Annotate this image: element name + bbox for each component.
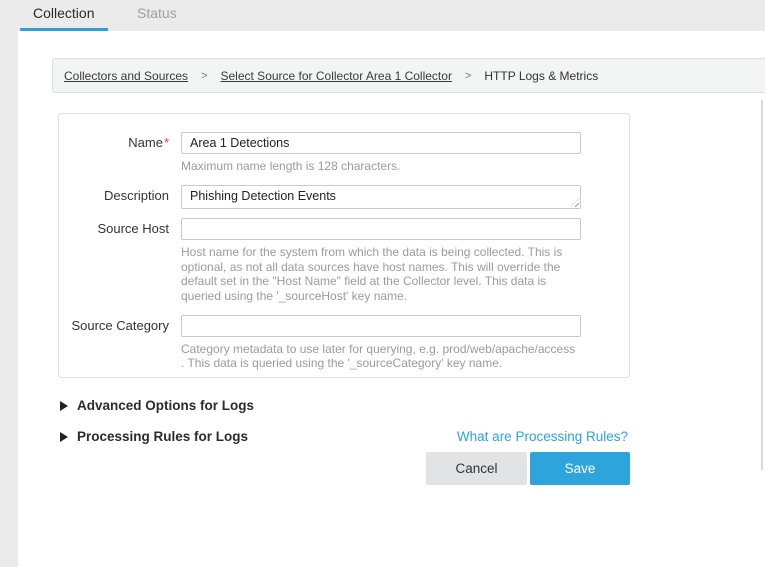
required-asterisk: * bbox=[164, 135, 169, 150]
breadcrumb-separator-icon: > bbox=[201, 70, 207, 82]
source-host-input[interactable] bbox=[181, 218, 581, 240]
source-category-label: Source Category bbox=[59, 315, 169, 371]
processing-rules-label: Processing Rules for Logs bbox=[77, 429, 248, 444]
tab-collection[interactable]: Collection bbox=[33, 5, 94, 21]
breadcrumb-current-page: HTTP Logs & Metrics bbox=[484, 69, 598, 83]
collapsed-arrow-icon bbox=[60, 401, 68, 411]
description-row: Description Phishing Detection Events bbox=[59, 185, 629, 209]
source-category-row: Source Category Category metadata to use… bbox=[59, 315, 629, 371]
cancel-button[interactable]: Cancel bbox=[426, 452, 527, 485]
source-category-helper-text: Category metadata to use later for query… bbox=[181, 342, 579, 371]
source-config-form: Name* Maximum name length is 128 charact… bbox=[58, 113, 630, 378]
active-tab-underline bbox=[20, 28, 108, 31]
name-label: Name* bbox=[59, 132, 169, 173]
advanced-options-toggle[interactable]: Advanced Options for Logs bbox=[60, 398, 254, 413]
processing-rules-toggle[interactable]: Processing Rules for Logs bbox=[60, 429, 248, 444]
save-button[interactable]: Save bbox=[530, 452, 630, 485]
breadcrumb: Collectors and Sources > Select Source f… bbox=[52, 58, 765, 93]
source-category-input[interactable] bbox=[181, 315, 581, 337]
scrollbar[interactable] bbox=[761, 100, 763, 470]
advanced-options-label: Advanced Options for Logs bbox=[77, 398, 254, 413]
description-textarea[interactable]: Phishing Detection Events bbox=[181, 185, 581, 209]
what-are-processing-rules-link[interactable]: What are Processing Rules? bbox=[457, 429, 628, 444]
breadcrumb-select-source[interactable]: Select Source for Collector Area 1 Colle… bbox=[221, 69, 452, 83]
tab-status[interactable]: Status bbox=[137, 5, 177, 21]
source-host-label: Source Host bbox=[59, 218, 169, 303]
breadcrumb-collectors-and-sources[interactable]: Collectors and Sources bbox=[64, 69, 188, 83]
breadcrumb-separator-icon: > bbox=[465, 70, 471, 82]
name-input[interactable] bbox=[181, 132, 581, 154]
name-helper-text: Maximum name length is 128 characters. bbox=[181, 159, 579, 173]
name-row: Name* Maximum name length is 128 charact… bbox=[59, 132, 629, 173]
source-host-row: Source Host Host name for the system fro… bbox=[59, 218, 629, 303]
description-label: Description bbox=[59, 185, 169, 209]
source-host-helper-text: Host name for the system from which the … bbox=[181, 245, 579, 303]
collapsed-arrow-icon bbox=[60, 432, 68, 442]
name-label-text: Name bbox=[128, 135, 163, 150]
